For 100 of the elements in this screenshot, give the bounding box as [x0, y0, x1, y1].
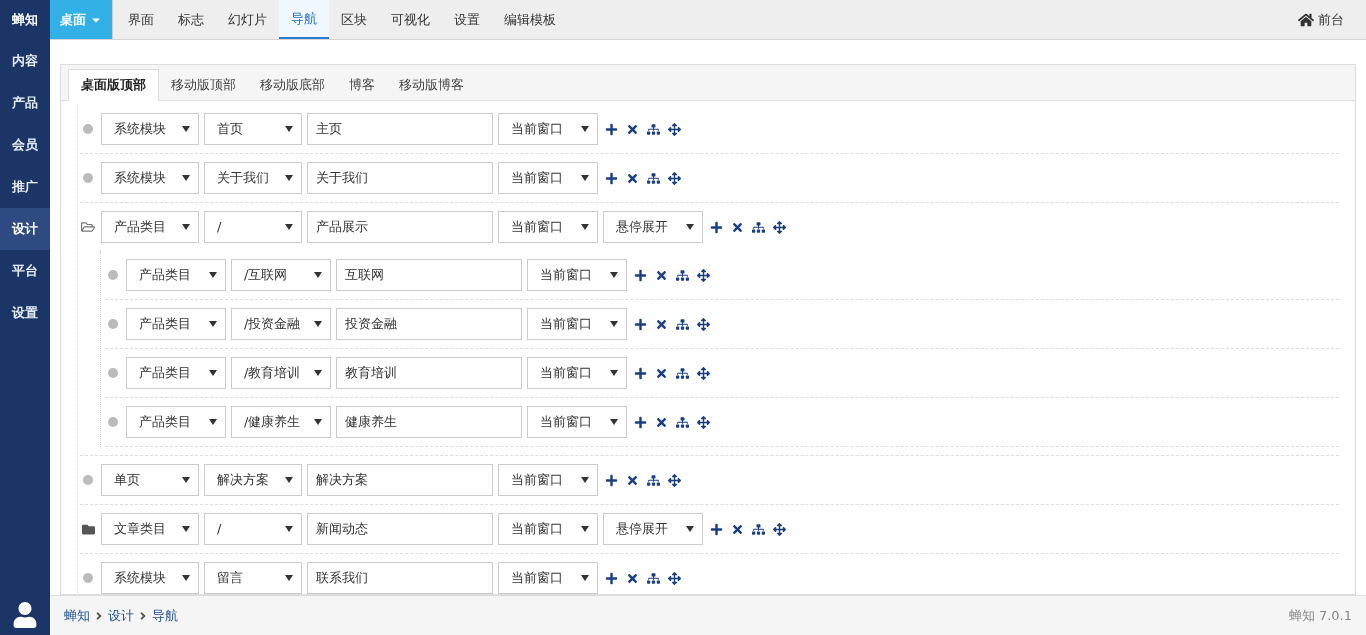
- dropdown[interactable]: /投资金融: [231, 308, 331, 340]
- add-icon[interactable]: [605, 122, 618, 136]
- sitemap-icon[interactable]: [647, 171, 660, 185]
- sitemap-icon[interactable]: [752, 220, 765, 234]
- sidebar-item[interactable]: 会员: [0, 124, 50, 166]
- name-input[interactable]: 解决方案: [307, 464, 493, 496]
- add-icon[interactable]: [605, 571, 618, 585]
- move-icon[interactable]: [773, 220, 786, 234]
- sidebar-item[interactable]: 设置: [0, 292, 50, 334]
- close-icon[interactable]: [626, 571, 639, 585]
- dropdown[interactable]: 当前窗口: [498, 464, 598, 496]
- add-icon[interactable]: [605, 473, 618, 487]
- close-icon[interactable]: [626, 473, 639, 487]
- close-icon[interactable]: [626, 171, 639, 185]
- dropdown[interactable]: 当前窗口: [527, 259, 627, 291]
- add-icon[interactable]: [634, 366, 647, 380]
- name-input[interactable]: 新闻动态: [307, 513, 493, 545]
- top-tab[interactable]: 标志: [166, 0, 216, 39]
- close-icon[interactable]: [731, 220, 744, 234]
- dropdown[interactable]: 悬停展开: [603, 513, 703, 545]
- close-icon[interactable]: [655, 415, 668, 429]
- top-tab[interactable]: 导航: [279, 0, 329, 39]
- top-tab[interactable]: 可视化: [379, 0, 442, 39]
- dropdown[interactable]: /: [204, 211, 302, 243]
- sidebar-item[interactable]: 推广: [0, 166, 50, 208]
- breadcrumb-link[interactable]: 设计: [108, 605, 134, 626]
- move-icon[interactable]: [697, 268, 710, 282]
- close-icon[interactable]: [731, 522, 744, 536]
- add-icon[interactable]: [710, 220, 723, 234]
- dropdown[interactable]: 产品类目: [126, 308, 226, 340]
- move-icon[interactable]: [697, 317, 710, 331]
- sitemap-icon[interactable]: [647, 571, 660, 585]
- dropdown[interactable]: 系统模块: [101, 162, 199, 194]
- sitemap-icon[interactable]: [752, 522, 765, 536]
- top-tab[interactable]: 设置: [442, 0, 492, 39]
- move-icon[interactable]: [697, 415, 710, 429]
- folder-open-icon[interactable]: [81, 220, 95, 234]
- sitemap-icon[interactable]: [676, 268, 689, 282]
- dropdown[interactable]: 当前窗口: [498, 562, 598, 594]
- dropdown[interactable]: 当前窗口: [498, 162, 598, 194]
- name-input[interactable]: 健康养生: [336, 406, 522, 438]
- folder-icon[interactable]: [81, 522, 95, 536]
- name-input[interactable]: 联系我们: [307, 562, 493, 594]
- move-icon[interactable]: [668, 171, 681, 185]
- close-icon[interactable]: [655, 317, 668, 331]
- dropdown[interactable]: 当前窗口: [498, 113, 598, 145]
- add-icon[interactable]: [634, 268, 647, 282]
- move-icon[interactable]: [668, 122, 681, 136]
- dropdown[interactable]: 当前窗口: [527, 357, 627, 389]
- add-icon[interactable]: [605, 171, 618, 185]
- add-icon[interactable]: [634, 415, 647, 429]
- sidebar-item[interactable]: 产品: [0, 82, 50, 124]
- dropdown[interactable]: /互联网: [231, 259, 331, 291]
- name-input[interactable]: 互联网: [336, 259, 522, 291]
- move-icon[interactable]: [668, 473, 681, 487]
- name-input[interactable]: 投资金融: [336, 308, 522, 340]
- panel-tab[interactable]: 移动版顶部: [159, 69, 248, 101]
- dropdown[interactable]: 产品类目: [126, 406, 226, 438]
- dropdown[interactable]: 悬停展开: [603, 211, 703, 243]
- name-input[interactable]: 关于我们: [307, 162, 493, 194]
- close-icon[interactable]: [626, 122, 639, 136]
- sitemap-icon[interactable]: [676, 317, 689, 331]
- sitemap-icon[interactable]: [676, 366, 689, 380]
- panel-tab[interactable]: 移动版博客: [387, 69, 476, 101]
- dropdown[interactable]: 系统模块: [101, 113, 199, 145]
- dropdown[interactable]: 系统模块: [101, 562, 199, 594]
- top-tab[interactable]: 区块: [329, 0, 379, 39]
- top-tab[interactable]: 界面: [116, 0, 166, 39]
- top-tab[interactable]: 编辑模板: [492, 0, 568, 39]
- add-icon[interactable]: [634, 317, 647, 331]
- dropdown[interactable]: 当前窗口: [498, 513, 598, 545]
- brand-label[interactable]: 蝉知: [0, 0, 50, 40]
- dropdown[interactable]: /教育培训: [231, 357, 331, 389]
- name-input[interactable]: 教育培训: [336, 357, 522, 389]
- close-icon[interactable]: [655, 366, 668, 380]
- add-icon[interactable]: [710, 522, 723, 536]
- sidebar-item[interactable]: 内容: [0, 40, 50, 82]
- dropdown[interactable]: 留言: [204, 562, 302, 594]
- dropdown[interactable]: 关于我们: [204, 162, 302, 194]
- breadcrumb-link[interactable]: 导航: [152, 605, 178, 626]
- dropdown[interactable]: 单页: [101, 464, 199, 496]
- panel-tab[interactable]: 博客: [337, 69, 387, 101]
- dropdown[interactable]: 当前窗口: [498, 211, 598, 243]
- dropdown[interactable]: /: [204, 513, 302, 545]
- dropdown[interactable]: 产品类目: [126, 259, 226, 291]
- dropdown[interactable]: 产品类目: [101, 211, 199, 243]
- user-icon[interactable]: [12, 602, 38, 628]
- dropdown[interactable]: 文章类目: [101, 513, 199, 545]
- panel-tab[interactable]: 桌面版顶部: [68, 69, 159, 101]
- name-input[interactable]: 产品展示: [307, 211, 493, 243]
- frontend-link[interactable]: 前台: [1298, 0, 1366, 39]
- name-input[interactable]: 主页: [307, 113, 493, 145]
- dropdown[interactable]: 产品类目: [126, 357, 226, 389]
- dropdown[interactable]: 解决方案: [204, 464, 302, 496]
- close-icon[interactable]: [655, 268, 668, 282]
- dropdown[interactable]: 首页: [204, 113, 302, 145]
- sitemap-icon[interactable]: [647, 122, 660, 136]
- move-icon[interactable]: [668, 571, 681, 585]
- sidebar-item[interactable]: 设计: [0, 208, 50, 250]
- move-icon[interactable]: [697, 366, 710, 380]
